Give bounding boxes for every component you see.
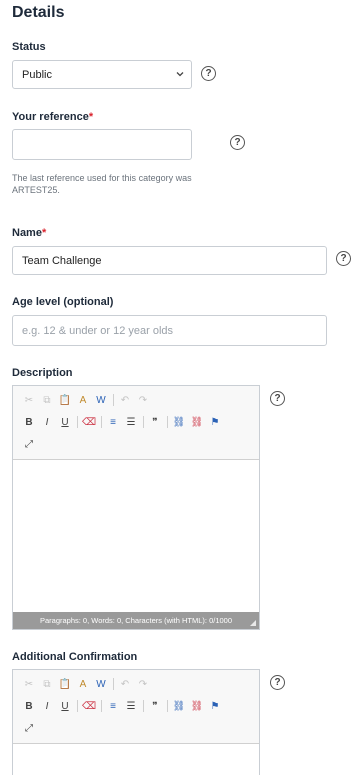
editor-toolbar: ✂ ⧉ 📋 A W ↶ ↷ B I U ⌫ ≡ ☰ ❞ ⛓ ⛓ ⚑ ⤢ [13,670,259,744]
toolbar-separator [101,700,102,712]
cut-icon[interactable]: ✂ [22,677,36,691]
resize-grip-icon[interactable] [250,620,256,626]
paste-icon[interactable]: 📋 [58,393,72,407]
copy-icon[interactable]: ⧉ [40,677,54,691]
toolbar-separator [143,700,144,712]
maximize-icon[interactable]: ⤢ [22,721,36,735]
cut-icon[interactable]: ✂ [22,393,36,407]
toolbar-separator [113,678,114,690]
description-label: Description [12,367,73,379]
note-line-1: The last reference used for this categor… [12,173,192,183]
status-label: Status [12,41,46,53]
toolbar-separator [143,416,144,428]
numbered-list-icon[interactable]: ≡ [106,415,120,429]
help-icon[interactable]: ? [270,675,285,690]
toolbar-separator [167,700,168,712]
note-line-2: ARTEST25. [12,185,60,195]
help-icon[interactable]: ? [201,66,216,81]
undo-icon[interactable]: ↶ [118,393,132,407]
toolbar-separator [77,700,78,712]
required-mark: * [88,111,94,123]
toolbar-separator [113,394,114,406]
your-reference-label-text: Your reference [12,111,89,123]
description-editor-area[interactable] [13,461,259,612]
editor-toolbar: ✂ ⧉ 📋 A W ↶ ↷ B I U ⌫ ≡ ☰ ❞ ⛓ ⛓ ⚑ ⤢ [13,386,259,460]
italic-icon[interactable]: I [40,415,54,429]
paste-text-icon[interactable]: A [76,677,90,691]
bulleted-list-icon[interactable]: ☰ [124,415,138,429]
unlink-icon[interactable]: ⛓ [190,415,204,429]
help-icon[interactable]: ? [336,251,351,266]
maximize-icon[interactable]: ⤢ [22,437,36,451]
toolbar-separator [167,416,168,428]
underline-icon[interactable]: U [58,699,72,713]
additional-confirmation-editor: ✂ ⧉ 📋 A W ↶ ↷ B I U ⌫ ≡ ☰ ❞ ⛓ ⛓ ⚑ ⤢ [12,669,260,775]
paste-text-icon[interactable]: A [76,393,90,407]
italic-icon[interactable]: I [40,699,54,713]
bold-icon[interactable]: B [22,699,36,713]
section-heading: Details [12,4,65,21]
undo-icon[interactable]: ↶ [118,677,132,691]
age-level-placeholder: e.g. 12 & under or 12 year olds [22,324,174,337]
anchor-flag-icon[interactable]: ⚑ [208,415,222,429]
anchor-flag-icon[interactable]: ⚑ [208,699,222,713]
description-editor: ✂ ⧉ 📋 A W ↶ ↷ B I U ⌫ ≡ ☰ ❞ ⛓ ⛓ ⚑ ⤢ Paragraphs: 0, Word… [12,385,260,630]
blockquote-icon[interactable]: ❞ [148,699,162,713]
bulleted-list-icon[interactable]: ☰ [124,699,138,713]
link-icon[interactable]: ⛓ [172,699,186,713]
age-level-input[interactable]: e.g. 12 & under or 12 year olds [12,315,327,346]
bold-icon[interactable]: B [22,415,36,429]
unlink-icon[interactable]: ⛓ [190,699,204,713]
help-icon[interactable]: ? [270,391,285,406]
status-select[interactable]: Public [12,60,192,89]
redo-icon[interactable]: ↷ [136,677,150,691]
underline-icon[interactable]: U [58,415,72,429]
editor-statusbar: Paragraphs: 0, Words: 0, Characters (wit… [13,612,259,629]
your-reference-input[interactable] [12,129,192,160]
name-label: Name* [12,227,46,239]
paste-from-word-icon[interactable]: W [94,677,108,691]
last-reference-note: The last reference used for this categor… [12,172,252,196]
additional-confirmation-label: Additional Confirmation [12,651,138,663]
copy-icon[interactable]: ⧉ [40,393,54,407]
editor-word-count: Paragraphs: 0, Words: 0, Characters (wit… [39,616,233,625]
age-level-label: Age level (optional) [12,296,114,308]
paste-from-word-icon[interactable]: W [94,393,108,407]
help-icon[interactable]: ? [230,135,245,150]
paste-icon[interactable]: 📋 [58,677,72,691]
required-mark: * [41,227,47,239]
link-icon[interactable]: ⛓ [172,415,186,429]
status-select-value: Public [22,68,52,81]
toolbar-separator [101,416,102,428]
chevron-down-icon [176,72,184,77]
name-input-value: Team Challenge [22,254,102,267]
redo-icon[interactable]: ↷ [136,393,150,407]
numbered-list-icon[interactable]: ≡ [106,699,120,713]
toolbar-separator [77,416,78,428]
additional-confirmation-editor-area[interactable] [13,745,259,775]
remove-format-icon[interactable]: ⌫ [82,699,96,713]
name-label-text: Name [12,227,42,239]
name-input[interactable]: Team Challenge [12,246,327,275]
blockquote-icon[interactable]: ❞ [148,415,162,429]
remove-format-icon[interactable]: ⌫ [82,415,96,429]
your-reference-label: Your reference* [12,111,93,123]
